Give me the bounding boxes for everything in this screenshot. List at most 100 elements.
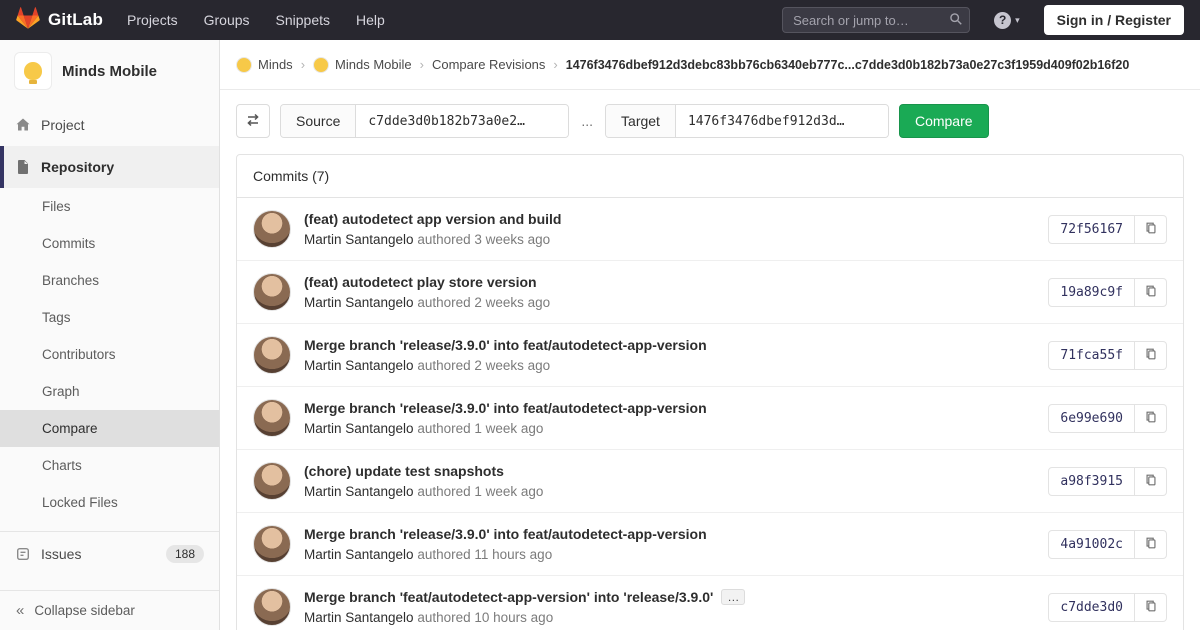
clipboard-icon xyxy=(1144,284,1158,301)
project-avatar xyxy=(14,52,52,90)
sidebar-item-charts[interactable]: Charts xyxy=(0,447,219,484)
commit-sha-link[interactable]: c7dde3d0 xyxy=(1048,592,1135,622)
commit-sha-link[interactable]: 6e99e690 xyxy=(1048,403,1135,433)
breadcrumb-label: Compare Revisions xyxy=(431,57,546,72)
sidebar-item-contributors[interactable]: Contributors xyxy=(0,336,219,373)
sidebar-item-tags[interactable]: Tags xyxy=(0,299,219,336)
commit-meta: Martin Santangelo authored 1 week ago xyxy=(304,484,543,499)
commit-meta: Martin Santangelo authored 3 weeks ago xyxy=(304,232,561,247)
commit-title-link[interactable]: Merge branch 'release/3.9.0' into feat/a… xyxy=(304,337,707,353)
navbar-link-groups[interactable]: Groups xyxy=(204,12,250,28)
clipboard-icon xyxy=(1144,473,1158,490)
author-avatar[interactable] xyxy=(253,588,291,626)
copy-sha-button[interactable] xyxy=(1135,340,1167,370)
commit-sha-group: 6e99e690 xyxy=(1048,403,1167,433)
sidebar-item-compare[interactable]: Compare xyxy=(0,410,219,447)
sidebar-item-locked-files[interactable]: Locked Files xyxy=(0,484,219,521)
top-navbar: GitLab Projects Groups Snippets Help ? ▾ Si… xyxy=(0,0,1200,40)
commit-sha-link[interactable]: 4a91002c xyxy=(1048,529,1135,559)
copy-sha-button[interactable] xyxy=(1135,592,1167,622)
project-home-link[interactable]: Minds Mobile xyxy=(0,40,219,104)
swap-arrows-icon xyxy=(245,112,261,131)
collapse-sidebar-label: Collapse sidebar xyxy=(34,603,135,618)
sidebar-item-commits[interactable]: Commits xyxy=(0,225,219,262)
search-input[interactable] xyxy=(782,7,971,33)
compare-button[interactable]: Compare xyxy=(898,104,989,138)
breadcrumb-compare-link[interactable]: Compare Revisions xyxy=(432,57,545,72)
commit-sha-link[interactable]: 71fca55f xyxy=(1048,340,1135,370)
navbar-link-help[interactable]: Help xyxy=(356,12,385,28)
target-ref-field[interactable] xyxy=(675,105,888,137)
author-avatar[interactable] xyxy=(253,336,291,374)
commit-title-link[interactable]: Merge branch 'feat/autodetect-app-versio… xyxy=(304,589,713,605)
copy-sha-button[interactable] xyxy=(1135,466,1167,496)
commit-meta: Martin Santangelo authored 10 hours ago xyxy=(304,610,745,625)
commit-meta: Martin Santangelo authored 2 weeks ago xyxy=(304,295,550,310)
gitlab-home-link[interactable]: GitLab xyxy=(16,6,103,35)
sign-in-register-button[interactable]: Sign in / Register xyxy=(1043,5,1184,35)
clipboard-icon xyxy=(1144,221,1158,238)
navbar-link-projects[interactable]: Projects xyxy=(127,12,178,28)
commit-title-link[interactable]: (chore) update test snapshots xyxy=(304,463,504,479)
source-ref-group: Source xyxy=(280,104,570,138)
breadcrumb-separator-icon: › xyxy=(419,57,424,72)
copy-sha-button[interactable] xyxy=(1135,214,1167,244)
breadcrumb-group-link[interactable]: Minds xyxy=(236,56,293,73)
commit-meta: Martin Santangelo authored 2 weeks ago xyxy=(304,358,707,373)
sidebar-item-branches[interactable]: Branches xyxy=(0,262,219,299)
sidebar-item-project[interactable]: Project xyxy=(0,104,219,146)
commit-author-link[interactable]: Martin Santangelo xyxy=(304,358,414,373)
commit-authored-time: authored 2 weeks ago xyxy=(417,295,551,310)
sidebar-item-label: Issues xyxy=(41,546,82,562)
commit-row: (chore) update test snapshots … Martin S… xyxy=(237,450,1183,513)
commit-author-link[interactable]: Martin Santangelo xyxy=(304,610,414,625)
commit-authored-time: authored 1 week ago xyxy=(417,484,544,499)
commit-author-link[interactable]: Martin Santangelo xyxy=(304,232,414,247)
sidebar-item-issues[interactable]: Issues 188 xyxy=(0,532,219,576)
author-avatar[interactable] xyxy=(253,210,291,248)
author-avatar[interactable] xyxy=(253,399,291,437)
source-ref-field[interactable] xyxy=(356,105,569,137)
copy-sha-button[interactable] xyxy=(1135,529,1167,559)
copy-sha-button[interactable] xyxy=(1135,403,1167,433)
issues-icon xyxy=(15,546,31,562)
author-avatar[interactable] xyxy=(253,525,291,563)
gitlab-logo-icon xyxy=(16,6,40,35)
navbar-link-snippets[interactable]: Snippets xyxy=(276,12,330,28)
commit-title-link[interactable]: Merge branch 'release/3.9.0' into feat/a… xyxy=(304,400,707,416)
copy-sha-button[interactable] xyxy=(1135,277,1167,307)
commit-sha-link[interactable]: a98f3915 xyxy=(1048,466,1135,496)
author-avatar[interactable] xyxy=(253,462,291,500)
sidebar-item-label: Project xyxy=(41,117,85,133)
breadcrumb: Minds › Minds Mobile › Compare Revisions… xyxy=(220,40,1200,90)
commit-author-link[interactable]: Martin Santangelo xyxy=(304,295,414,310)
breadcrumb-project-link[interactable]: Minds Mobile xyxy=(313,56,412,73)
sidebar-item-files[interactable]: Files xyxy=(0,188,219,225)
sidebar-item-repository[interactable]: Repository xyxy=(0,146,219,188)
commit-title-link[interactable]: (feat) autodetect play store version xyxy=(304,274,537,290)
breadcrumb-current-range: 1476f3476dbef912d3debc83bb76cb6340eb777c… xyxy=(565,57,1130,72)
author-avatar[interactable] xyxy=(253,273,291,311)
swap-revisions-button[interactable] xyxy=(236,104,270,138)
commit-sha-link[interactable]: 72f56167 xyxy=(1048,214,1135,244)
commit-author-link[interactable]: Martin Santangelo xyxy=(304,547,414,562)
breadcrumb-separator-icon: › xyxy=(300,57,306,72)
brand-text: GitLab xyxy=(48,10,104,29)
commit-row: Merge branch 'release/3.9.0' into feat/a… xyxy=(237,387,1183,450)
commit-author-link[interactable]: Martin Santangelo xyxy=(304,484,414,499)
commit-authored-time: authored 2 weeks ago xyxy=(417,358,551,373)
commit-title-link[interactable]: Merge branch 'release/3.9.0' into feat/a… xyxy=(304,526,707,542)
commit-list: (feat) autodetect app version and build … xyxy=(237,198,1183,630)
commit-sha-link[interactable]: 19a89c9f xyxy=(1048,277,1135,307)
project-mini-avatar xyxy=(313,56,330,73)
help-menu-button[interactable]: ? ▾ xyxy=(994,11,1020,29)
collapse-sidebar-button[interactable]: « Collapse sidebar xyxy=(0,590,219,630)
caret-down-icon: ▾ xyxy=(1015,14,1020,25)
commit-authored-time: authored 10 hours ago xyxy=(417,610,554,625)
commit-row: Merge branch 'release/3.9.0' into feat/a… xyxy=(237,513,1183,576)
issues-count-badge: 188 xyxy=(165,545,204,563)
commit-title-link[interactable]: (feat) autodetect app version and build xyxy=(304,211,561,227)
commit-author-link[interactable]: Martin Santangelo xyxy=(304,421,414,436)
commit-message-expand-button[interactable]: … xyxy=(721,589,746,605)
sidebar-item-graph[interactable]: Graph xyxy=(0,373,219,410)
